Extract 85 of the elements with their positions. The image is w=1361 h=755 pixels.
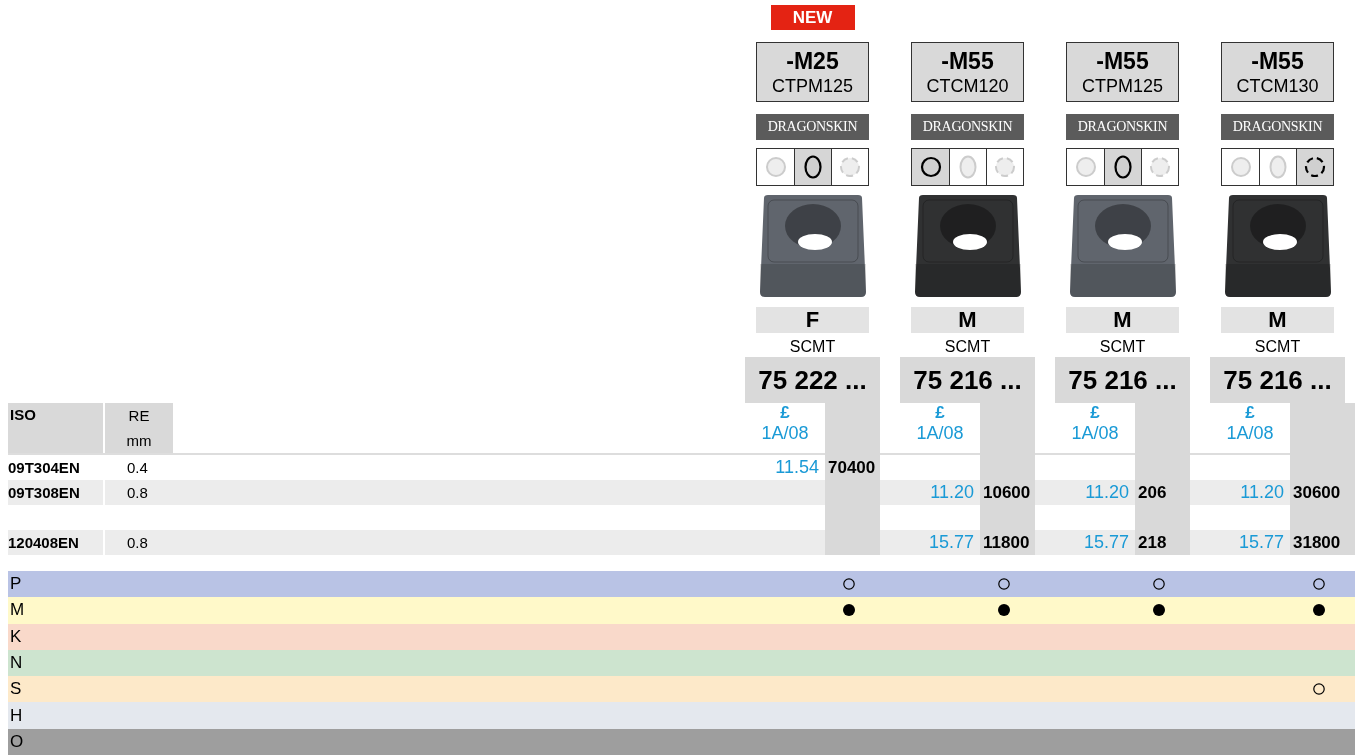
stock-cell — [825, 530, 880, 555]
radius-value: 0.8 — [127, 483, 148, 503]
material-label: P — [9, 574, 22, 595]
stock-value: 218 — [1138, 532, 1167, 553]
iso-code: 09T304EN — [8, 459, 80, 476]
round-insert-icon — [764, 156, 787, 178]
round-insert-icon — [919, 156, 942, 178]
filled-circle-icon — [1152, 604, 1165, 617]
application-label: F — [756, 307, 869, 333]
currency-label: £ — [1090, 403, 1100, 423]
stock-value: 11800 — [983, 532, 1030, 553]
open-circle-icon — [842, 578, 855, 591]
grade-name: CTPM125 — [1082, 74, 1163, 97]
column-header: ISO — [8, 403, 105, 453]
iso-code: 120408EN — [8, 534, 79, 551]
radius-value: 0.4 — [127, 458, 148, 478]
material-label: S — [9, 679, 22, 700]
dashed-circle-icon — [1149, 156, 1171, 178]
dashed-circle-icon — [839, 156, 861, 178]
order-code: 75 216 ... — [1210, 357, 1345, 403]
filled-circle-icon — [842, 604, 855, 617]
order-code: 75 216 ... — [900, 357, 1035, 403]
coating-logo: DRAGONSKIN — [756, 114, 869, 140]
chipbreaker-code: -M55 — [1096, 47, 1149, 75]
price-value: 15.77 — [928, 532, 974, 553]
grade-name: CTCM130 — [1236, 74, 1319, 97]
shape-code: SCMT — [1099, 337, 1146, 357]
oval-insert-icon — [804, 155, 822, 179]
application-label: M — [1066, 307, 1179, 333]
stock-value: 70400 — [828, 457, 876, 478]
price-group: 1A/08 — [1226, 423, 1274, 444]
price-value: 11.20 — [1240, 482, 1284, 503]
stock-value: 31800 — [1293, 532, 1341, 553]
oval-insert-icon — [1269, 155, 1287, 179]
column-header: RE — [128, 406, 150, 426]
radius-value: 0.8 — [127, 533, 148, 553]
stock-value: 206 — [1138, 482, 1167, 503]
material-label: N — [9, 653, 23, 674]
price-value: 11.20 — [1085, 482, 1129, 503]
currency-label: £ — [935, 403, 945, 423]
filled-circle-icon — [997, 604, 1010, 617]
round-insert-icon — [1229, 156, 1252, 178]
dashed-circle-icon — [1304, 156, 1326, 178]
oval-insert-icon — [959, 155, 977, 179]
coating-logo: DRAGONSKIN — [1066, 114, 1179, 140]
price-value: 15.77 — [1238, 532, 1284, 553]
open-circle-icon — [1312, 578, 1325, 591]
material-label: M — [9, 600, 25, 621]
dashed-circle-icon — [994, 156, 1016, 178]
chipbreaker-code: -M55 — [1251, 47, 1304, 75]
price-value: 11.20 — [930, 482, 974, 503]
unit-label: mm — [126, 431, 152, 451]
new-badge: NEW — [770, 5, 855, 30]
chipbreaker-code: -M25 — [786, 47, 839, 75]
grade-name: CTPM125 — [772, 74, 853, 97]
open-circle-icon — [997, 578, 1010, 591]
shape-code: SCMT — [944, 337, 991, 357]
price-group: 1A/08 — [1071, 423, 1119, 444]
oval-insert-icon — [1114, 155, 1132, 179]
currency-label: £ — [780, 403, 790, 423]
application-label: M — [1221, 307, 1334, 333]
coating-logo: DRAGONSKIN — [1221, 114, 1334, 140]
price-group: 1A/08 — [761, 423, 809, 444]
stock-value: 10600 — [983, 482, 1031, 503]
iso-code: 09T308EN — [8, 484, 80, 501]
round-insert-icon — [1074, 156, 1097, 178]
price-value: 15.77 — [1083, 532, 1129, 553]
price-value: 11.54 — [775, 457, 819, 478]
filled-circle-icon — [1312, 604, 1325, 617]
shape-code: SCMT — [789, 337, 836, 357]
currency-label: £ — [1245, 403, 1255, 423]
shape-code: SCMT — [1254, 337, 1301, 357]
application-label: M — [911, 307, 1024, 333]
open-circle-icon — [1152, 578, 1165, 591]
order-code: 75 222 ... — [745, 357, 880, 403]
open-circle-icon — [1312, 683, 1325, 696]
stock-value: 30600 — [1293, 482, 1341, 503]
material-label: K — [9, 626, 22, 647]
grade-name: CTCM120 — [926, 74, 1009, 97]
material-label: O — [9, 731, 24, 752]
price-group: 1A/08 — [916, 423, 964, 444]
chipbreaker-code: -M55 — [941, 47, 994, 75]
coating-logo: DRAGONSKIN — [911, 114, 1024, 140]
order-code: 75 216 ... — [1055, 357, 1190, 403]
material-label: H — [9, 705, 23, 726]
